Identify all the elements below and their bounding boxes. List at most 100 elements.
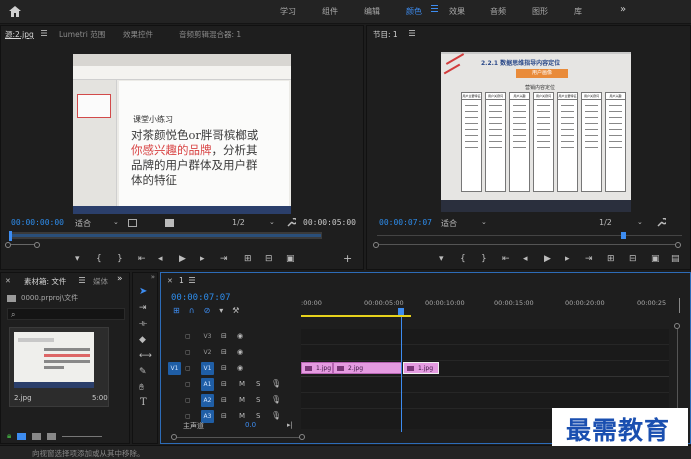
close-icon[interactable]: ✕ [167,277,173,285]
timeline-playhead-head[interactable] [398,308,404,315]
mark-out-icon[interactable]: } [481,254,487,264]
lift-icon[interactable]: ⊞ [607,254,615,264]
go-to-out-icon[interactable]: ⇥ [585,254,593,264]
sync-lock-icon[interactable]: ⊟ [221,332,227,340]
workspace-audio[interactable]: 音频 [490,6,506,17]
track-target-a1[interactable]: A1 [201,378,214,391]
master-volume-value[interactable]: 0.0 [245,421,256,429]
selection-tool-icon[interactable]: ➤ [139,286,147,297]
step-back-icon[interactable]: ◂ [158,254,163,264]
program-current-timecode[interactable]: 00:00:07:07 [379,218,432,227]
go-to-in-icon[interactable]: ⇤ [138,254,146,264]
wrench-icon[interactable]: ⚒ [232,306,239,315]
workspace-learning[interactable]: 学习 [280,6,296,17]
tab-program[interactable]: 节目: 1 [373,29,398,40]
zoom-handle-right[interactable] [675,242,681,248]
source-video-frame[interactable]: 课堂小练习 对茶颜悦色or胖哥槟榔或 你感兴趣的品牌，分析其 品牌的用户群体及用… [73,54,291,214]
pen-tool-icon[interactable]: ✎ [139,367,147,377]
tab-source[interactable]: 源:2.jpg [5,29,34,40]
work-area-bar[interactable] [301,315,411,317]
workspace-overflow-button[interactable]: » [620,4,626,15]
compare-icon[interactable]: ▤ [671,254,680,264]
tab-bin-files[interactable]: 素材箱: 文件 [24,276,66,287]
tab-audio-clip-mixer[interactable]: 音频剪辑混合器: 1 [179,29,241,40]
home-icon[interactable] [9,6,21,17]
track-target-v3[interactable]: V3 [201,330,214,343]
tab-menu-icon[interactable] [409,30,415,36]
microphone-icon[interactable]: 🎙︎ [271,395,281,404]
step-forward-icon[interactable]: ▸ [200,254,205,264]
tab-sequence-1[interactable]: 1 [179,276,184,285]
sync-lock-icon[interactable]: ⊟ [221,364,227,372]
eye-icon[interactable]: ◉ [237,364,243,372]
safe-margins-icon[interactable] [128,219,137,227]
zoom-slider[interactable] [62,435,103,437]
insert-icon[interactable]: ⊞ [244,254,252,264]
step-forward-icon[interactable]: ▸ [565,254,570,264]
workspace-color[interactable]: 颜色 [406,6,422,17]
program-scrub-bar[interactable] [367,231,690,248]
sync-lock-icon[interactable]: ⊟ [221,396,227,404]
sync-lock-icon[interactable]: ⊟ [221,412,227,420]
program-resolution-dropdown[interactable]: 1/2 [599,218,612,227]
add-marker-icon[interactable]: ▾ [75,254,80,264]
lock-icon[interactable]: ▢ [185,413,191,420]
workspace-effects[interactable]: 效果 [449,6,465,17]
timeline-timecode[interactable]: 00:00:07:07 [171,293,231,303]
add-marker-icon[interactable]: ▾ [439,254,444,264]
add-button-icon[interactable]: + [343,252,352,265]
hand-tool-icon[interactable]: ✋︎ [139,383,144,393]
solo-button[interactable]: S [256,380,260,388]
sync-lock-icon[interactable]: ⊟ [221,348,227,356]
track-target-a2[interactable]: A2 [201,394,214,407]
source-playhead[interactable] [9,231,12,241]
source-current-timecode[interactable]: 00:00:00:00 [11,218,64,227]
mark-in-icon[interactable]: { [96,254,102,264]
mark-out-icon[interactable]: } [117,254,123,264]
ripple-edit-tool-icon[interactable]: ⟛ [139,319,147,329]
zoom-handle-right[interactable] [34,242,40,248]
linked-selection-icon[interactable]: ⊘ [204,306,211,315]
chevron-down-icon[interactable]: ⌄ [637,218,643,226]
extract-icon[interactable]: ⊟ [629,254,637,264]
eye-icon[interactable]: ◉ [237,332,243,340]
project-search-input[interactable]: ⌕ [7,308,125,320]
track-target-v1[interactable]: V1 [201,362,214,375]
go-to-out-icon[interactable]: ⇥ [220,254,228,264]
lock-icon[interactable]: 🔒︎ [7,431,11,441]
source-scrub-bar[interactable] [1,231,363,248]
mute-button[interactable]: M [239,380,245,388]
source-resolution-dropdown[interactable]: 1/2 [232,218,245,227]
type-tool-icon[interactable]: T [140,397,147,408]
step-back-icon[interactable]: ◂ [523,254,528,264]
microphone-icon[interactable]: 🎙︎ [271,379,281,388]
source-patch-v1[interactable]: V1 [168,362,181,375]
close-icon[interactable]: ✕ [5,277,11,285]
lock-icon[interactable]: ▢ [185,349,191,356]
program-video-frame[interactable]: 2.2.1 数据思维指导内容定位 用户画像 营销内容定位 用户主要特征 用户关键词… [441,52,631,212]
tools-overflow-button[interactable]: » [133,273,157,281]
time-ruler[interactable]: :00:00 00:00:05:00 00:00:10:00 00:00:15:… [301,293,689,319]
mark-in-icon[interactable]: { [460,254,466,264]
tab-menu-icon[interactable] [41,30,47,36]
play-icon[interactable]: ▶ [179,254,186,264]
play-icon[interactable]: ▶ [544,254,551,264]
zoom-handle-left[interactable] [5,242,11,248]
workspace-libraries[interactable]: 库 [574,6,582,17]
tab-menu-icon[interactable] [189,277,195,283]
workspace-graphics[interactable]: 图形 [532,6,548,17]
program-playhead[interactable] [621,232,626,239]
project-overflow-button[interactable]: » [117,274,123,284]
solo-button[interactable]: S [256,412,260,420]
workspace-assembly[interactable]: 组件 [322,6,338,17]
sync-lock-icon[interactable]: ⊟ [221,380,227,388]
zoom-handle-left[interactable] [373,242,379,248]
workspace-menu-icon[interactable] [431,5,438,12]
nest-icon[interactable]: ⊞ [173,306,180,315]
clip-v1-1[interactable]: 1.jpg [301,362,333,374]
razor-tool-icon[interactable]: ◆ [139,335,146,345]
wrench-icon[interactable] [287,218,296,227]
freeform-view-icon[interactable] [47,432,57,440]
tab-effect-controls[interactable]: 效果控件 [123,29,153,40]
clip-v1-3[interactable]: 1.jpg [403,362,439,374]
